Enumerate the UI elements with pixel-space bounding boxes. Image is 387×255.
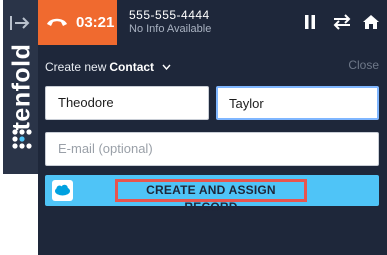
home-icon[interactable] <box>362 14 380 30</box>
pause-icon[interactable] <box>303 14 317 30</box>
first-name-input[interactable]: Theodore <box>45 86 209 120</box>
call-bar: 03:21 555-555-4444 No Info Available <box>38 0 387 45</box>
email-input[interactable]: E-mail (optional) <box>45 132 379 166</box>
main-panel: 03:21 555-555-4444 No Info Available Cre… <box>38 0 387 255</box>
close-button[interactable]: Close <box>348 58 379 72</box>
object-type-dropdown[interactable]: Contact <box>109 60 154 74</box>
call-timer: 03:21 <box>76 14 115 31</box>
salesforce-icon <box>52 180 73 201</box>
phone-hangup-icon <box>47 18 67 26</box>
tenfold-brand-text: tenfold <box>7 43 36 131</box>
tenfold-logo-icon <box>12 129 32 149</box>
create-assign-record-button[interactable]: CREATE AND ASSIGN RECORD <box>115 179 307 214</box>
last-name-input[interactable]: Taylor <box>216 86 379 120</box>
transfer-icon[interactable] <box>332 14 352 30</box>
caller-number: 555-555-4444 <box>129 8 210 22</box>
collapse-arrow-icon[interactable] <box>9 14 31 32</box>
tenfold-sidebar[interactable]: tenfold <box>3 0 38 174</box>
caller-info-status: No Info Available <box>129 23 212 35</box>
create-new-label: Create new <box>45 60 107 74</box>
create-record-header: Create new Contact Close <box>45 58 379 74</box>
create-assign-bar[interactable]: CREATE AND ASSIGN RECORD <box>45 175 379 214</box>
chevron-down-icon[interactable] <box>161 64 171 70</box>
hangup-button[interactable]: 03:21 <box>38 0 117 45</box>
caller-info: 555-555-4444 No Info Available <box>129 8 211 35</box>
